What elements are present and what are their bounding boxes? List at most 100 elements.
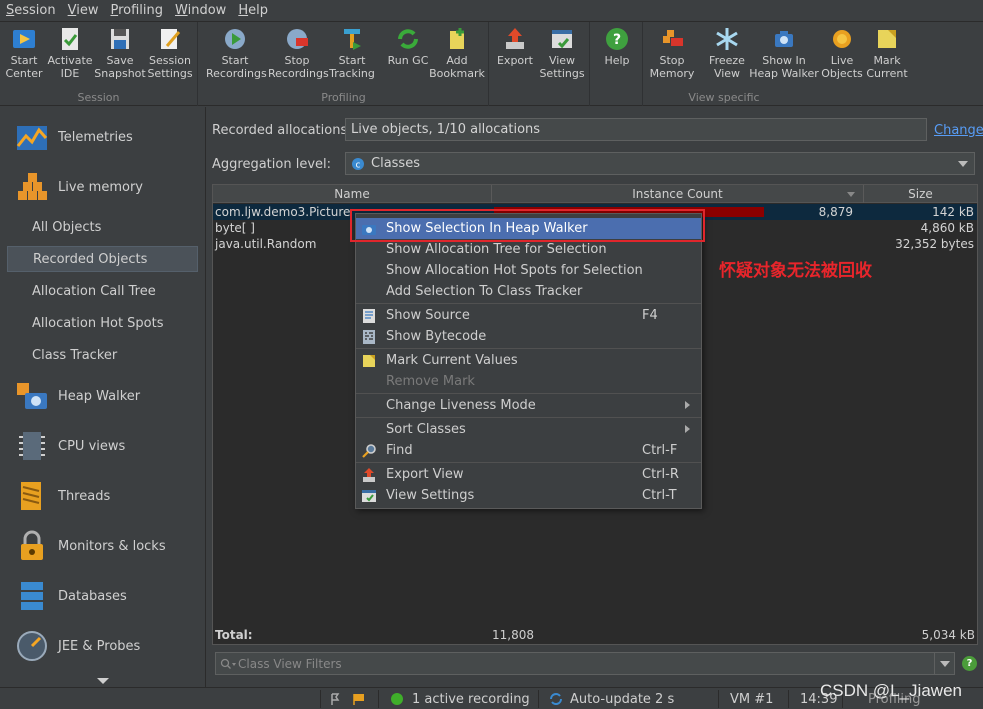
sidebar-item-allocation-call-tree[interactable]: Allocation Call Tree (7, 278, 198, 304)
btn-label: Add (446, 54, 468, 67)
find-icon (362, 444, 376, 458)
sidebar-item-allocation-hot-spots[interactable]: Allocation Hot Spots (7, 310, 198, 336)
annotation-text: 怀疑对象无法被回收 (719, 261, 872, 281)
menu-item-show-source[interactable]: Show Source F4 (356, 305, 701, 326)
sidebar-item-databases[interactable]: Databases (0, 571, 206, 621)
aggregation-level-select[interactable]: c Classes (345, 152, 975, 175)
menu-item-export-view[interactable]: Export View Ctrl-R (356, 464, 701, 485)
recording-status: 1 active recording (390, 691, 530, 707)
menu-help[interactable]: Help (232, 3, 274, 18)
bytecode-icon (363, 330, 375, 344)
menu-item-show-allocation-hot-spots[interactable]: Show Allocation Hot Spots for Selection (356, 260, 701, 281)
mark-icon (363, 355, 375, 367)
row-name: byte[ ] (215, 221, 255, 235)
source-icon (363, 309, 375, 323)
menu-item-add-to-class-tracker[interactable]: Add Selection To Class Tracker (356, 281, 701, 302)
sidebar-item-all-objects[interactable]: All Objects (7, 214, 198, 240)
bookmark-icons[interactable] (330, 691, 366, 707)
menu-item-mark-current-values[interactable]: Mark Current Values (356, 350, 701, 371)
btn-label: Tracking (329, 67, 375, 80)
help-button[interactable]: ? Help (588, 26, 646, 90)
chevron-down-icon (940, 661, 950, 667)
mark-current-icon (878, 30, 896, 48)
live-memory-icon (18, 173, 47, 200)
auto-update-toggle[interactable]: Auto-update 2 s (548, 691, 674, 707)
freeze-view-icon (716, 28, 738, 50)
sidebar-scroll-down[interactable] (0, 675, 206, 687)
menu-item-sort-classes[interactable]: Sort Classes (356, 419, 701, 440)
column-label: Instance Count (632, 187, 723, 201)
cpu-views-icon (19, 432, 45, 460)
refresh-icon (550, 693, 562, 705)
menu-item-label: Show Allocation Hot Spots for Selection (386, 263, 643, 278)
column-header-size[interactable]: Size (864, 185, 977, 203)
sidebar-item-threads[interactable]: Threads (0, 471, 206, 521)
menu-item-find[interactable]: Find Ctrl-F (356, 440, 701, 461)
recorded-allocations-field: Live objects, 1/10 allocations (345, 118, 927, 141)
menu-item-change-liveness-mode[interactable]: Change Liveness Mode (356, 395, 701, 416)
watermark: CSDN @L_Jiawen (820, 681, 962, 700)
sidebar-item-jee-probes[interactable]: JEE & Probes (0, 621, 206, 671)
stop-recordings-button[interactable]: Stop Recordings (268, 26, 329, 90)
menu-item-label: View Settings (386, 488, 475, 503)
divider (788, 690, 789, 708)
menu-item-show-bytecode[interactable]: Show Bytecode (356, 326, 701, 347)
highlight-box (350, 209, 705, 242)
column-label: Name (334, 187, 370, 201)
add-bookmark-button[interactable]: Add Bookmark (428, 26, 486, 90)
save-icon (111, 29, 129, 49)
filter-help-icon[interactable]: ? (962, 656, 977, 671)
session-settings-button[interactable]: Session Settings (141, 26, 199, 90)
menu-item-shortcut: Ctrl-R (642, 467, 679, 482)
live-objects-icon (833, 30, 851, 48)
telemetries-icon (16, 126, 48, 150)
stop-memory-button[interactable]: Stop Memory (643, 26, 701, 90)
menu-item-view-settings[interactable]: View Settings Ctrl-T (356, 485, 701, 506)
btn-label: Recordings (206, 67, 267, 80)
menu-item-shortcut: F4 (642, 308, 658, 323)
threads-icon (21, 482, 41, 510)
sidebar-item-label: JEE & Probes (58, 638, 141, 654)
menubar: Session View Profiling Window Help (0, 0, 983, 22)
divider (378, 690, 379, 708)
sidebar-item-label: Live memory (58, 179, 143, 195)
column-header-name[interactable]: Name (213, 185, 492, 203)
filter-placeholder: Class View Filters (238, 656, 342, 671)
sidebar-item-telemetries[interactable]: Telemetries (0, 112, 206, 162)
menu-session[interactable]: Session (0, 3, 62, 18)
show-in-heap-walker-button[interactable]: Show In Heap Walker (748, 26, 820, 90)
menu-separator (356, 303, 701, 304)
menu-view[interactable]: View (62, 3, 105, 18)
btn-label: Center (5, 67, 43, 80)
view-settings-button[interactable]: View Settings (533, 26, 591, 90)
start-recordings-button[interactable]: Start Recordings (206, 26, 267, 90)
sidebar-item-cpu-views[interactable]: CPU views (0, 421, 206, 471)
group-label: Profiling (321, 91, 366, 104)
menu-item-show-allocation-tree[interactable]: Show Allocation Tree for Selection (356, 239, 701, 260)
sidebar-item-monitors-locks[interactable]: Monitors & locks (0, 521, 206, 571)
sidebar-item-label: Heap Walker (58, 388, 141, 404)
table-header: Name Instance Count Size (213, 185, 977, 203)
view-settings-icon (362, 490, 376, 502)
btn-label: Start (221, 54, 249, 67)
flag-icon (331, 693, 364, 705)
btn-label: Freeze (709, 54, 745, 67)
class-view-filter-input[interactable]: Class View Filters (215, 652, 955, 675)
sidebar-item-class-tracker[interactable]: Class Tracker (7, 342, 198, 368)
row-size: 4,860 kB (920, 221, 974, 235)
btn-label: Settings (147, 67, 193, 80)
view-settings-icon (552, 30, 572, 49)
sidebar-item-heap-walker[interactable]: Heap Walker (0, 371, 206, 421)
aggregation-level-label: Aggregation level: (212, 157, 331, 172)
menu-window[interactable]: Window (169, 3, 232, 18)
menu-profiling[interactable]: Profiling (104, 3, 169, 18)
change-link[interactable]: Change (934, 123, 983, 138)
filter-dropdown-button[interactable] (934, 653, 954, 674)
sidebar-item-live-memory[interactable]: Live memory (0, 162, 206, 212)
total-count: 11,808 (492, 628, 534, 642)
column-header-instance-count[interactable]: Instance Count (492, 185, 864, 203)
sidebar-item-label: CPU views (58, 438, 126, 454)
sidebar-item-recorded-objects[interactable]: Recorded Objects (7, 246, 198, 272)
start-tracking-button[interactable]: Start Tracking (323, 26, 381, 90)
mark-current-button[interactable]: Mark Current (858, 26, 916, 90)
